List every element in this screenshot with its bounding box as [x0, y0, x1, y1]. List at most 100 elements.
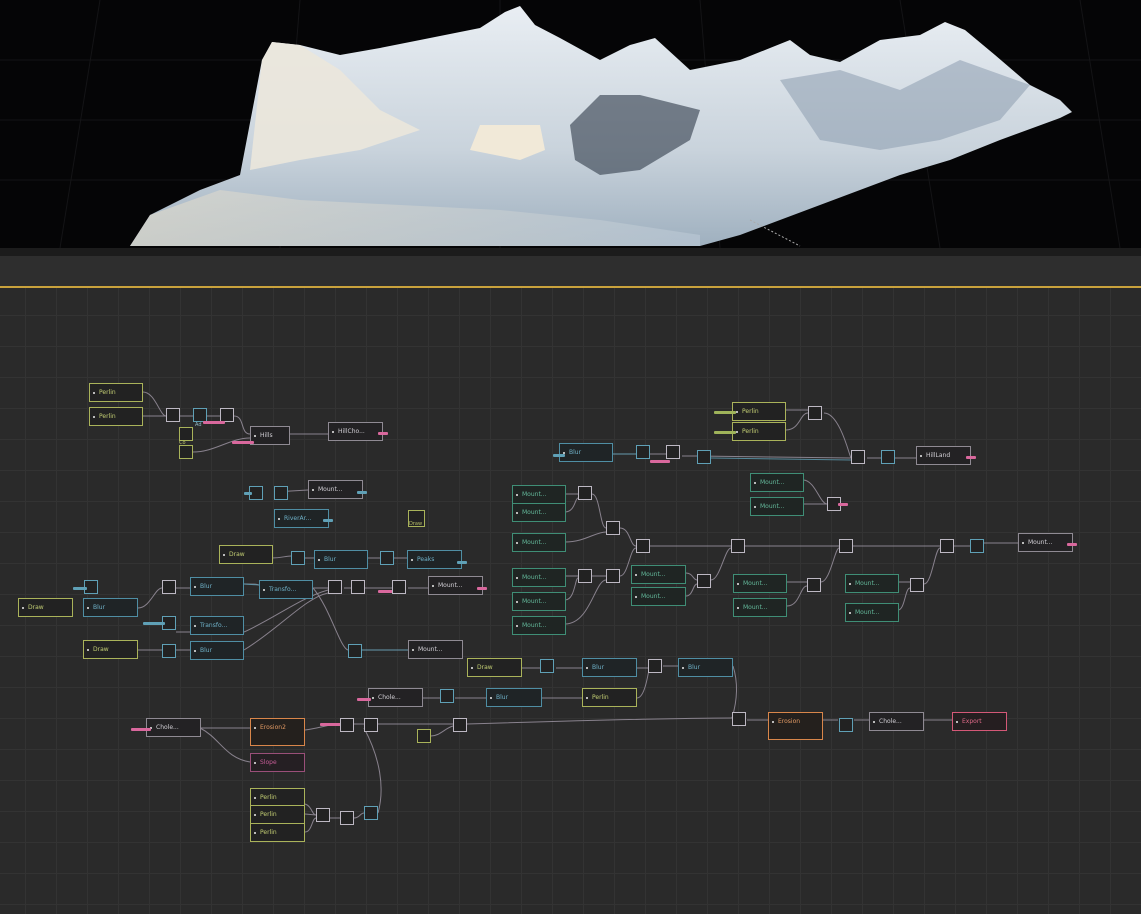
mountain-node[interactable]: Mount...	[845, 603, 899, 622]
mountain-node[interactable]: Mount...	[428, 576, 483, 595]
input-port[interactable]	[586, 697, 588, 699]
blur-node[interactable]: Blur	[582, 658, 637, 677]
perlin-node[interactable]: Perlin	[732, 422, 786, 441]
draw-node[interactable]: Draw	[83, 640, 138, 659]
adjust-node[interactable]	[697, 450, 711, 464]
input-port[interactable]	[22, 607, 24, 609]
mountain-node[interactable]: Mount...	[750, 473, 804, 492]
input-port[interactable]	[411, 559, 413, 561]
mountain-node[interactable]: Mount...	[631, 565, 686, 584]
adjust-node[interactable]	[636, 445, 650, 459]
combine-node[interactable]	[578, 569, 592, 583]
input-port[interactable]	[254, 832, 256, 834]
combine-node[interactable]	[453, 718, 467, 732]
output-port[interactable]	[714, 431, 736, 434]
blur-node[interactable]: Blur	[190, 641, 244, 660]
adjust-node[interactable]	[364, 806, 378, 820]
input-port[interactable]	[516, 625, 518, 627]
output-port[interactable]	[714, 411, 736, 414]
mountain-output-node[interactable]: Mount...	[1018, 533, 1073, 552]
adjust-node[interactable]	[440, 689, 454, 703]
input-port[interactable]	[412, 649, 414, 651]
output-port[interactable]	[966, 456, 976, 459]
input-port[interactable]	[516, 512, 518, 514]
draw-node[interactable]: Draw	[219, 545, 273, 564]
combine-node[interactable]	[351, 580, 365, 594]
output-port[interactable]	[457, 561, 467, 564]
input-port[interactable]	[956, 721, 958, 723]
input-port[interactable]	[263, 589, 265, 591]
input-port[interactable]	[920, 455, 922, 457]
input-port[interactable]	[87, 649, 89, 651]
mountain-node[interactable]: Mount...	[512, 568, 566, 587]
blur-node[interactable]: Blur	[190, 577, 244, 596]
input-port[interactable]	[635, 574, 637, 576]
mountain-node[interactable]: Mount...	[512, 533, 566, 552]
input-port[interactable]	[754, 482, 756, 484]
output-port[interactable]	[203, 421, 225, 424]
adjust-node[interactable]	[380, 551, 394, 565]
combine-node[interactable]	[606, 521, 620, 535]
output-port[interactable]	[244, 492, 252, 495]
input-port[interactable]	[87, 607, 89, 609]
input-port[interactable]	[194, 650, 196, 652]
input-port[interactable]	[254, 797, 256, 799]
output-port[interactable]	[553, 454, 565, 457]
output-port[interactable]	[320, 723, 342, 726]
input-port[interactable]	[254, 435, 256, 437]
combine-node[interactable]	[910, 578, 924, 592]
mountain-node[interactable]: Mount...	[408, 640, 463, 659]
constant-node[interactable]	[179, 445, 193, 459]
input-port[interactable]	[490, 697, 492, 699]
input-port[interactable]	[737, 607, 739, 609]
mountain-node[interactable]: Mount...	[845, 574, 899, 593]
input-port[interactable]	[318, 559, 320, 561]
output-port[interactable]	[357, 698, 371, 701]
input-port[interactable]	[223, 554, 225, 556]
blur-node[interactable]: Blur	[314, 550, 368, 569]
input-port[interactable]	[754, 506, 756, 508]
adjust-node[interactable]	[970, 539, 984, 553]
input-port[interactable]	[1022, 542, 1024, 544]
adjust-node[interactable]	[193, 408, 207, 422]
adjust-node[interactable]	[291, 551, 305, 565]
combine-node[interactable]	[697, 574, 711, 588]
chole-node[interactable]: Chole...	[869, 712, 924, 731]
perlin-node[interactable]: Perlin	[89, 383, 143, 402]
peaks-node[interactable]: Peaks	[407, 550, 462, 569]
blur-node[interactable]: Blur	[486, 688, 542, 707]
input-port[interactable]	[516, 577, 518, 579]
input-port[interactable]	[471, 667, 473, 669]
viewport-splitter[interactable]	[0, 248, 1141, 256]
input-port[interactable]	[432, 585, 434, 587]
constant-node[interactable]	[179, 427, 193, 441]
blur-node[interactable]: Blur	[678, 658, 733, 677]
combine-node[interactable]	[636, 539, 650, 553]
blur-node[interactable]: Blur	[559, 443, 613, 462]
perlin-node[interactable]: Perlin	[89, 407, 143, 426]
river-node[interactable]: RiverAr...	[274, 509, 329, 528]
adjust-node[interactable]	[274, 486, 288, 500]
output-port[interactable]	[143, 622, 165, 625]
terrain-viewport[interactable]	[0, 0, 1141, 248]
mountain-node[interactable]: Mount...	[512, 616, 566, 635]
combine-node[interactable]	[328, 580, 342, 594]
input-port[interactable]	[516, 494, 518, 496]
perlin-node[interactable]: Perlin	[250, 823, 305, 842]
output-port[interactable]	[323, 519, 333, 522]
transform-node[interactable]: Transfo...	[190, 616, 244, 635]
input-port[interactable]	[516, 542, 518, 544]
adjust-node[interactable]	[540, 659, 554, 673]
input-port[interactable]	[312, 489, 314, 491]
input-port[interactable]	[635, 596, 637, 598]
mountain-node[interactable]: Mount...	[512, 592, 566, 611]
adjust-node[interactable]	[839, 718, 853, 732]
input-port[interactable]	[682, 667, 684, 669]
input-port[interactable]	[254, 727, 256, 729]
adjust-node[interactable]	[881, 450, 895, 464]
combine-node[interactable]	[839, 539, 853, 553]
combine-node[interactable]	[220, 408, 234, 422]
output-port[interactable]	[357, 491, 367, 494]
combine-node[interactable]	[648, 659, 662, 673]
output-port[interactable]	[477, 587, 487, 590]
